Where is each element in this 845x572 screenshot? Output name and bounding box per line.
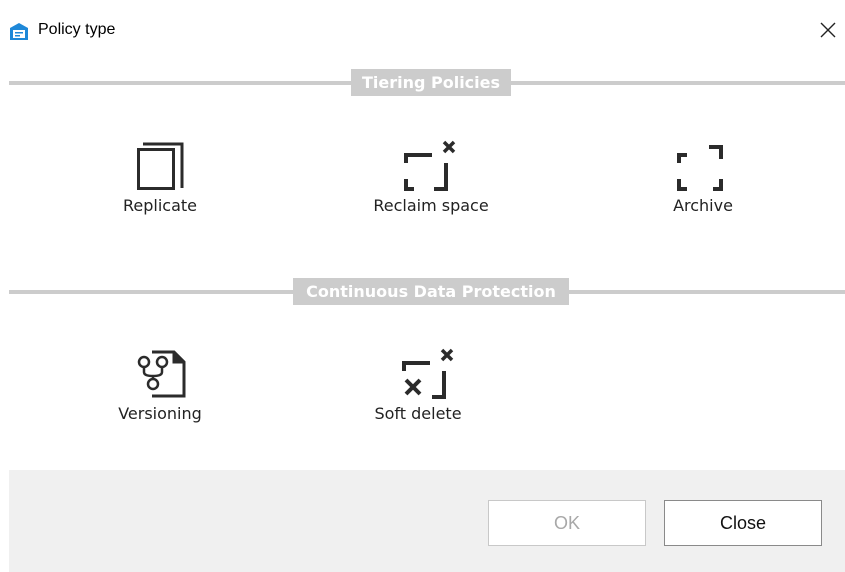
policy-label: Archive [673, 196, 733, 215]
reclaim-space-icon [404, 140, 456, 191]
policy-type-dialog: Policy type Tiering Policies Replicate R… [0, 0, 845, 572]
policy-option-replicate[interactable]: Replicate [60, 135, 260, 235]
versioning-icon [137, 350, 186, 398]
policy-option-reclaim-space[interactable]: Reclaim space [331, 135, 531, 235]
policy-option-soft-delete[interactable]: Soft delete [318, 344, 518, 444]
policy-option-archive[interactable]: Archive [603, 135, 803, 235]
soft-delete-icon [402, 348, 454, 399]
section-label-cdp: Continuous Data Protection [293, 278, 569, 305]
window-title: Policy type [38, 21, 116, 38]
close-icon[interactable] [818, 20, 838, 40]
ok-button[interactable]: OK [488, 500, 646, 546]
replicate-icon [137, 142, 184, 190]
policy-label: Reclaim space [373, 196, 489, 215]
policy-label: Soft delete [374, 404, 462, 423]
section-label-tiering: Tiering Policies [351, 69, 511, 96]
dialog-footer: OK Close [9, 470, 845, 572]
close-button[interactable]: Close [664, 500, 822, 546]
policy-label: Versioning [118, 404, 202, 423]
policy-app-icon [10, 22, 28, 40]
policy-option-versioning[interactable]: Versioning [60, 344, 260, 444]
policy-label: Replicate [122, 196, 197, 215]
title-bar: Policy type [0, 0, 845, 60]
archive-icon [677, 145, 723, 191]
